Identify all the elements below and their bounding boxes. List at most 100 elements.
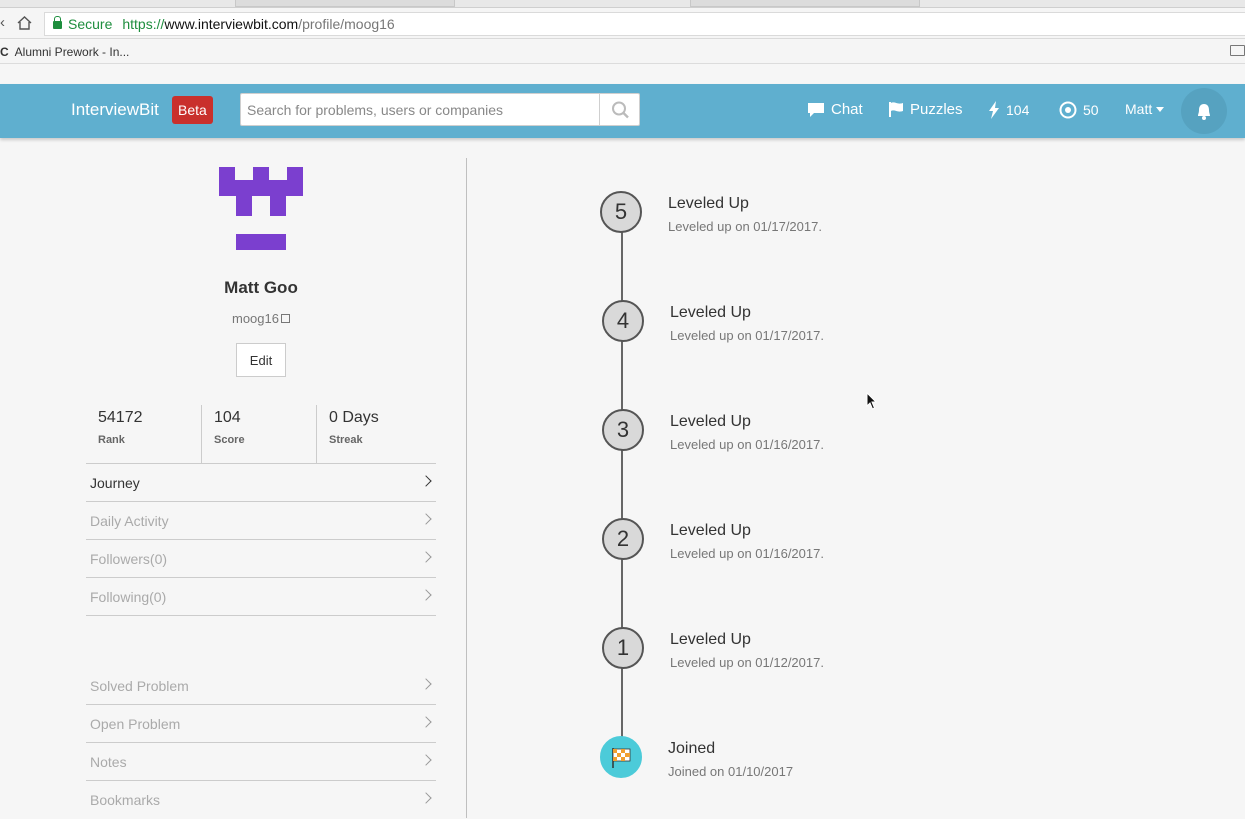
menu-item-daily-activity[interactable]: Daily Activity xyxy=(86,502,436,540)
browser-address-bar: ‹ Secure https://www.interviewbit.com/pro… xyxy=(0,8,1245,39)
brand-logo[interactable]: InterviewBit xyxy=(71,100,159,120)
stat-value: 54172 xyxy=(98,409,143,426)
timeline-desc: Leveled up on 01/16/2017. xyxy=(670,437,824,452)
url-host: www.interviewbit.com xyxy=(164,16,299,32)
menu-item-label: Journey xyxy=(90,475,140,491)
chevron-right-icon xyxy=(420,678,432,690)
search-input[interactable] xyxy=(240,93,600,126)
browser-tab[interactable] xyxy=(235,0,455,7)
timeline-title: Joined xyxy=(668,740,716,757)
stat-value: 0 Days xyxy=(329,409,379,426)
coins-link[interactable]: 50 xyxy=(1059,101,1099,119)
menu-item-label: Daily Activity xyxy=(90,513,169,529)
browser-tab[interactable] xyxy=(690,0,920,7)
home-icon[interactable] xyxy=(17,16,32,30)
copy-icon[interactable] xyxy=(280,314,290,323)
puzzles-label: Puzzles xyxy=(910,101,963,118)
browser-tab-strip xyxy=(0,0,1245,8)
profile-username: moog16 xyxy=(86,311,436,326)
menu-item-notes[interactable]: Notes xyxy=(86,743,436,781)
bookmark-alumni-prework[interactable]: C Alumni Prework - In... xyxy=(0,41,129,63)
avatar xyxy=(219,167,303,250)
chevron-right-icon xyxy=(420,551,432,563)
chevron-right-icon xyxy=(420,754,432,766)
stat-streak: 0 Days Streak xyxy=(316,405,432,463)
username-text: moog16 xyxy=(232,311,279,326)
menu-item-label: Notes xyxy=(90,754,127,770)
menu-item-followers[interactable]: Followers(0) xyxy=(86,540,436,578)
chat-icon xyxy=(808,102,824,117)
timeline-badge-level: 1 xyxy=(602,627,644,669)
avatar-block xyxy=(287,167,303,180)
search-bar xyxy=(240,93,640,126)
folder-icon[interactable] xyxy=(1230,45,1245,56)
column-divider xyxy=(466,158,467,818)
stat-label: Rank xyxy=(98,434,125,446)
flag-icon xyxy=(889,102,903,117)
caret-down-icon xyxy=(1156,106,1165,112)
timeline-title: Leveled Up xyxy=(670,522,751,539)
search-button[interactable] xyxy=(599,93,640,126)
avatar-block xyxy=(219,167,235,180)
score-value: 104 xyxy=(1006,102,1030,118)
problems-menu: Solved Problem Open Problem Notes Bookma… xyxy=(86,667,436,819)
timeline-title: Leveled Up xyxy=(670,413,751,430)
chat-link[interactable]: Chat xyxy=(807,101,863,118)
menu-item-following[interactable]: Following(0) xyxy=(86,578,436,616)
menu-item-journey[interactable]: Journey xyxy=(86,464,436,502)
puzzles-link[interactable]: Puzzles xyxy=(888,101,963,118)
edit-profile-button[interactable]: Edit xyxy=(236,343,286,377)
timeline-desc: Leveled up on 01/12/2017. xyxy=(670,655,824,670)
stat-label: Score xyxy=(214,434,245,446)
coins-value: 50 xyxy=(1083,102,1099,118)
score-link[interactable]: 104 xyxy=(988,101,1029,119)
menu-item-label: Solved Problem xyxy=(90,678,189,694)
menu-item-open-problem[interactable]: Open Problem xyxy=(86,705,436,743)
profile-stats: 54172 Rank 104 Score 0 Days Streak xyxy=(86,405,436,463)
url-path: /profile/moog16 xyxy=(298,16,395,32)
menu-item-label: Following(0) xyxy=(90,589,167,605)
timeline-desc: Joined on 01/10/2017 xyxy=(668,764,794,779)
site-header: InterviewBit Beta Chat Puzzles 104 50 Ma… xyxy=(0,84,1245,138)
back-icon[interactable]: ‹ xyxy=(0,14,5,31)
menu-item-label: Bookmarks xyxy=(90,792,161,808)
avatar-block xyxy=(253,167,269,180)
chat-label: Chat xyxy=(831,101,863,118)
timeline-badge-level: 2 xyxy=(602,518,644,560)
bookmark-label: Alumni Prework - In... xyxy=(14,45,130,59)
avatar-block xyxy=(236,196,252,216)
avatar-block xyxy=(270,196,286,216)
search-icon xyxy=(612,101,629,119)
profile-menu: Journey Daily Activity Followers(0) Foll… xyxy=(86,463,436,616)
url-scheme: https:// xyxy=(122,16,165,32)
timeline-badge-level: 5 xyxy=(600,191,642,233)
profile-name: Matt Goo xyxy=(224,278,298,297)
lock-icon xyxy=(53,16,62,29)
menu-item-solved-problem[interactable]: Solved Problem xyxy=(86,667,436,705)
lightning-icon xyxy=(989,101,999,119)
avatar-block xyxy=(236,234,286,250)
user-name: Matt xyxy=(1125,101,1153,117)
bell-icon xyxy=(1198,104,1210,120)
timeline-desc: Leveled up on 01/16/2017. xyxy=(670,546,824,561)
beta-badge: Beta xyxy=(172,96,213,124)
chevron-right-icon xyxy=(420,513,432,525)
timeline-line xyxy=(621,212,623,757)
timeline-badge-level: 4 xyxy=(602,300,644,342)
bookmarks-bar: C Alumni Prework - In... xyxy=(0,40,1245,64)
mouse-cursor-icon xyxy=(866,392,878,410)
timeline-title: Leveled Up xyxy=(670,631,751,648)
menu-item-bookmarks[interactable]: Bookmarks xyxy=(86,781,436,819)
menu-item-label: Followers(0) xyxy=(90,551,168,567)
chevron-right-icon xyxy=(420,589,432,601)
notifications-button[interactable] xyxy=(1181,88,1227,134)
stat-label: Streak xyxy=(329,434,363,446)
chevron-right-icon xyxy=(420,475,432,487)
menu-item-label: Open Problem xyxy=(90,716,181,732)
timeline-badge-level: 3 xyxy=(602,409,644,451)
timeline-title: Leveled Up xyxy=(670,304,751,321)
stat-score: 104 Score xyxy=(201,405,317,463)
user-menu[interactable]: Matt xyxy=(1125,101,1165,117)
url-field[interactable]: Secure https://www.interviewbit.com/profi… xyxy=(44,12,1245,36)
timeline-desc: Leveled up on 01/17/2017. xyxy=(668,219,822,234)
